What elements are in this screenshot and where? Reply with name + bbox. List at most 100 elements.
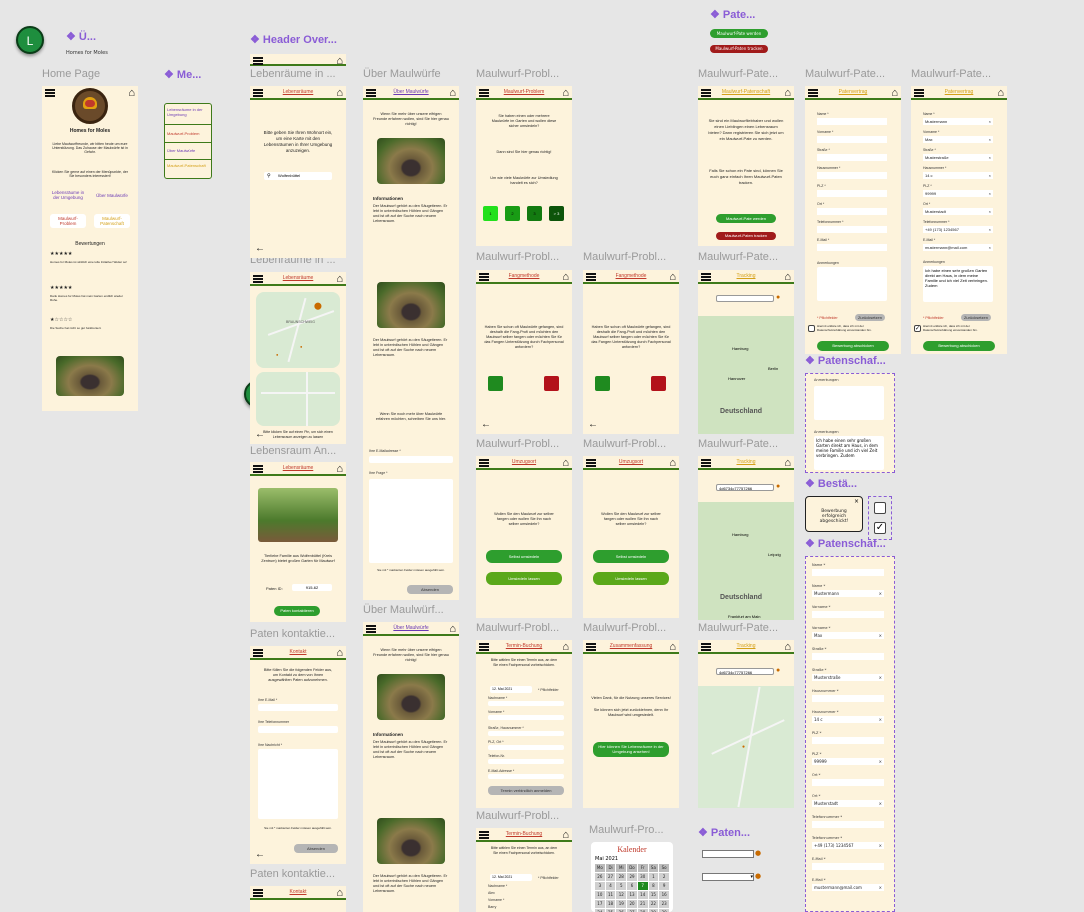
- back-arrow-icon[interactable]: ←: [255, 244, 265, 254]
- form-input[interactable]: [812, 779, 884, 786]
- form-input[interactable]: [817, 244, 887, 251]
- clear-icon[interactable]: ×: [879, 758, 882, 765]
- frame-label[interactable]: Über Maulwürf...: [363, 604, 444, 616]
- menu-icon[interactable]: [45, 89, 55, 97]
- frame-label[interactable]: Lebensraum An...: [250, 445, 336, 457]
- nav-tile-lebensraume[interactable]: Lebensräume in der Umgebung: [48, 190, 88, 200]
- calendar-day[interactable]: 26: [595, 873, 605, 881]
- submit-button[interactable]: Bewerbung abschicken: [923, 341, 995, 351]
- calendar-day[interactable]: 6: [627, 882, 637, 890]
- back-arrow-icon[interactable]: ←: [481, 420, 491, 430]
- selbst-umsiedeln-button[interactable]: Selbst umsiedeln: [593, 550, 669, 563]
- anmerkungen-textarea[interactable]: [817, 267, 887, 301]
- back-arrow-icon[interactable]: ←: [588, 420, 598, 430]
- form-input[interactable]: [817, 154, 887, 161]
- frame-label[interactable]: Maulwurf-Pate...: [698, 438, 778, 450]
- component-label[interactable]: ❖ Header Over...: [250, 33, 337, 46]
- calendar-day[interactable]: 7: [637, 882, 648, 890]
- clear-icon[interactable]: ×: [879, 716, 882, 723]
- calendar-day[interactable]: 1: [648, 873, 659, 881]
- calendar-day[interactable]: 14: [637, 891, 648, 899]
- fachpersonal-option[interactable]: [544, 376, 559, 391]
- clear-icon[interactable]: ×: [989, 244, 991, 251]
- form-input[interactable]: [812, 653, 884, 660]
- component-label[interactable]: ❖ Ü...: [66, 30, 96, 43]
- selbst-option[interactable]: [488, 376, 503, 391]
- nav-tile-problem[interactable]: Maulwurf-Problem: [50, 214, 86, 228]
- calendar-day[interactable]: 13: [627, 891, 637, 899]
- date-picker[interactable]: 12. Mai 2021: [490, 686, 532, 693]
- pate-werden-button[interactable]: Maulwurf-Pate werden: [716, 214, 776, 223]
- calendar-day[interactable]: 3: [595, 882, 605, 890]
- calendar-day[interactable]: 12: [616, 891, 627, 899]
- frame-label[interactable]: Maulwurf-Pro...: [589, 824, 664, 836]
- form-input[interactable]: [817, 136, 887, 143]
- close-icon[interactable]: ×: [854, 498, 859, 505]
- vorname-input[interactable]: [488, 715, 564, 720]
- calendar-day[interactable]: 16: [659, 891, 669, 899]
- form-input[interactable]: Mustermann ×: [812, 590, 884, 597]
- calendar-day[interactable]: 18: [605, 900, 616, 908]
- plz-input[interactable]: [488, 745, 564, 750]
- user-avatar-badge[interactable]: L: [16, 26, 44, 54]
- email-input[interactable]: [258, 704, 338, 711]
- form-input[interactable]: [817, 190, 887, 197]
- count-option[interactable]: > 3: [549, 206, 564, 221]
- date-picker[interactable]: 12. Mai 2021: [490, 874, 532, 881]
- anmerkungen-textarea[interactable]: Ich habe einen sehr großen Garten direkt…: [923, 266, 993, 302]
- calendar-grid[interactable]: Mo Di Mi Do Fr Sa So 26 27 28 29 30 1 2 3 4 5 6 7 8 9 10 11 12 1…: [595, 864, 669, 912]
- frame-label[interactable]: Paten kontaktie...: [250, 868, 335, 880]
- form-input[interactable]: [817, 226, 887, 233]
- frame-label[interactable]: Maulwurf-Pate...: [698, 251, 778, 263]
- form-input[interactable]: Max ×: [812, 632, 884, 639]
- calendar-day[interactable]: 21: [637, 900, 648, 908]
- form-input[interactable]: Musterstraße ×: [812, 674, 884, 681]
- form-input[interactable]: 14 c ×: [812, 716, 884, 723]
- reset-button[interactable]: Zurücksetzen: [855, 314, 885, 321]
- home-icon[interactable]: ⌂: [128, 87, 135, 99]
- email-input[interactable]: [488, 774, 564, 779]
- nav-tile-uber[interactable]: Über Maulwürfe: [92, 193, 132, 198]
- form-input[interactable]: [812, 821, 884, 828]
- lebensraume-button[interactable]: Hier können Sie Lebensräume in der Umgeb…: [593, 742, 669, 757]
- clear-icon[interactable]: ×: [989, 136, 991, 143]
- home-icon[interactable]: ⌂: [336, 55, 343, 66]
- form-input[interactable]: [817, 172, 887, 179]
- calendar-day[interactable]: 2: [659, 873, 669, 881]
- form-input[interactable]: Max ×: [923, 136, 993, 143]
- calendar-day[interactable]: 5: [616, 882, 627, 890]
- calendar-day[interactable]: 17: [595, 900, 605, 908]
- frame-label[interactable]: Home Page: [42, 68, 100, 80]
- back-arrow-icon[interactable]: ←: [255, 850, 265, 860]
- umsiedeln-lassen-button[interactable]: Umsiedeln lassen: [593, 572, 669, 585]
- component-label[interactable]: ❖ Patenschaf...: [805, 354, 886, 367]
- germany-map[interactable]: Deutschland Hamburg Leipzig Frankfurt am…: [698, 502, 794, 620]
- count-option[interactable]: 2: [505, 206, 520, 221]
- calendar-day[interactable]: 8: [648, 882, 659, 890]
- menu-icon[interactable]: [253, 57, 263, 65]
- clear-icon[interactable]: ×: [989, 226, 991, 233]
- paten-kontaktieren-button[interactable]: Paten kontaktieren: [274, 606, 320, 616]
- frame-label[interactable]: Maulwurf-Pate...: [911, 68, 991, 80]
- calendar-day[interactable]: 22: [648, 900, 659, 908]
- calendar-day[interactable]: 30: [637, 873, 648, 881]
- calendar-day[interactable]: 19: [616, 900, 627, 908]
- calendar-day[interactable]: 11: [605, 891, 616, 899]
- frame-label[interactable]: Maulwurf-Probl...: [476, 622, 559, 634]
- tel-input[interactable]: [258, 726, 338, 733]
- frage-textarea[interactable]: [369, 479, 453, 563]
- count-option[interactable]: 1: [483, 206, 498, 221]
- clear-icon[interactable]: ×: [879, 800, 882, 807]
- menu-item-lebensraume[interactable]: Lebensräume in der Umgebung: [167, 107, 209, 117]
- form-input[interactable]: Musterstadt ×: [923, 208, 993, 215]
- selbst-option[interactable]: [595, 376, 610, 391]
- clear-icon[interactable]: ×: [989, 190, 991, 197]
- frame-label[interactable]: Maulwurf-Pate...: [805, 68, 885, 80]
- frame-label[interactable]: Maulwurf-Pate...: [698, 68, 778, 80]
- calendar-day[interactable]: 9: [659, 882, 669, 890]
- clear-icon[interactable]: ×: [879, 590, 882, 597]
- umsiedeln-lassen-button[interactable]: Umsiedeln lassen: [486, 572, 562, 585]
- form-input[interactable]: Musterstraße ×: [923, 154, 993, 161]
- frame-label[interactable]: Maulwurf-Probl...: [476, 251, 559, 263]
- map-pin-icon[interactable]: ●: [742, 744, 745, 750]
